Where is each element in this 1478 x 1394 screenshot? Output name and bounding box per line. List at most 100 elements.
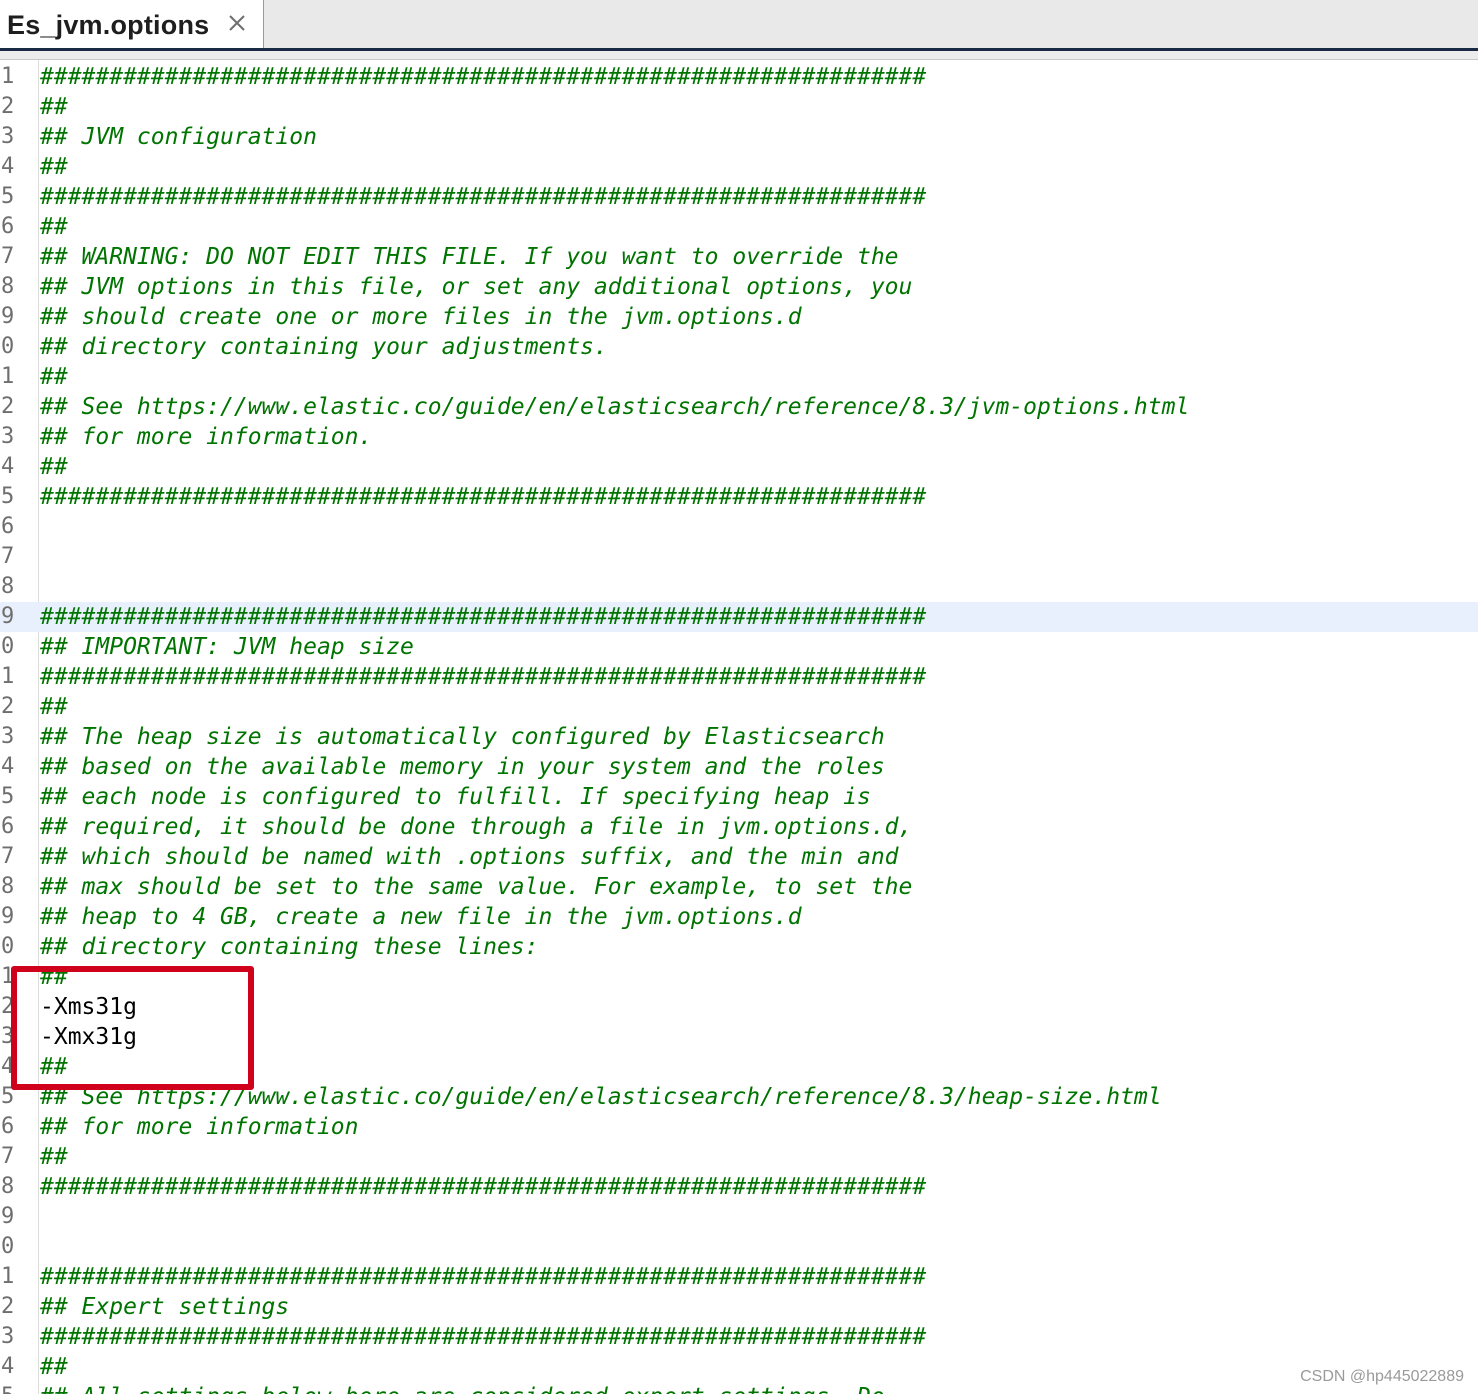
- watermark: CSDN @hp445022889: [1300, 1368, 1464, 1385]
- comment-text: ## JVM configuration: [40, 124, 317, 150]
- line-number: 5: [1, 784, 15, 809]
- code-line[interactable]: 6: [0, 512, 1478, 542]
- line-number: 9: [1, 604, 15, 629]
- comment-text: ##: [40, 154, 68, 180]
- code-line[interactable]: 5 ## All settings below here are consider…: [0, 1382, 1478, 1394]
- comment-text: ## WARNING: DO NOT EDIT THIS FILE. If yo…: [40, 244, 899, 270]
- code-line[interactable]: 2 ## Expert settings: [0, 1292, 1478, 1322]
- line-number: 1: [1, 364, 15, 389]
- comment-text: ## for more information: [40, 1114, 359, 1140]
- line-number: 3: [1, 124, 15, 149]
- line-number: 3: [1, 724, 15, 749]
- comment-text: ########################################…: [40, 1264, 927, 1290]
- code-line[interactable]: 8 ## max should be set to the same value.…: [0, 872, 1478, 902]
- line-number: 8: [1, 574, 15, 599]
- code-line[interactable]: 7 ## which should be named with .options …: [0, 842, 1478, 872]
- line-number: 7: [1, 1144, 15, 1169]
- line-number: 4: [1, 154, 15, 179]
- code-line[interactable]: 3 ## for more information.: [0, 422, 1478, 452]
- comment-text: ## for more information.: [40, 424, 373, 450]
- code-line[interactable]: 1 #######################################…: [0, 62, 1478, 92]
- code-line[interactable]: 7 ##: [0, 1142, 1478, 1172]
- code-line[interactable]: 9 ## should create one or more files in t…: [0, 302, 1478, 332]
- comment-text: ## IMPORTANT: JVM heap size: [40, 634, 414, 660]
- code-line[interactable]: 8 #######################################…: [0, 1172, 1478, 1202]
- code-line[interactable]: 5 #######################################…: [0, 482, 1478, 512]
- code-line[interactable]: 5 #######################################…: [0, 182, 1478, 212]
- line-number: 5: [1, 1382, 35, 1394]
- code-line[interactable]: 6 ## for more information: [0, 1112, 1478, 1142]
- comment-text: ## directory containing these lines:: [40, 934, 539, 960]
- code-line[interactable]: 8: [0, 572, 1478, 602]
- line-number: 4: [1, 754, 15, 779]
- code-line[interactable]: 3 ## JVM configuration: [0, 122, 1478, 152]
- line-number: 7: [1, 844, 15, 869]
- code-line[interactable]: 2 ## See https://www.elastic.co/guide/en/…: [0, 392, 1478, 422]
- code-editor[interactable]: 1 #######################################…: [0, 60, 1478, 1394]
- code-line[interactable]: 8 ## JVM options in this file, or set any…: [0, 272, 1478, 302]
- line-number: 7: [1, 244, 15, 269]
- tab-divider-light: [0, 51, 1478, 60]
- code-line[interactable]: 7: [0, 542, 1478, 572]
- line-number: 9: [1, 904, 15, 929]
- comment-text: ########################################…: [40, 1324, 927, 1350]
- close-icon[interactable]: [225, 11, 249, 35]
- line-number: 2: [1, 694, 15, 719]
- line-number: 8: [1, 1174, 15, 1199]
- code-line[interactable]: 0 ## directory containing these lines:: [0, 932, 1478, 962]
- code-line[interactable]: 1 #######################################…: [0, 662, 1478, 692]
- line-number: 1: [1, 1264, 15, 1289]
- code-line[interactable]: 3 #######################################…: [0, 1322, 1478, 1352]
- comment-text: ########################################…: [40, 184, 927, 210]
- comment-text: ########################################…: [40, 664, 927, 690]
- code-line[interactable]: 7 ## WARNING: DO NOT EDIT THIS FILE. If y…: [0, 242, 1478, 272]
- code-line[interactable]: 4 ##: [0, 452, 1478, 482]
- line-number: 3: [1, 1324, 15, 1349]
- code-line[interactable]: 2 ##: [0, 692, 1478, 722]
- line-number: 6: [1, 1114, 15, 1139]
- tab-es-jvm-options[interactable]: Es_jvm.options: [0, 0, 264, 50]
- comment-text: ## Expert settings: [40, 1294, 290, 1320]
- comment-text: ## should create one or more files in th…: [40, 304, 802, 330]
- line-number: 5: [1, 484, 15, 509]
- comment-text: ########################################…: [40, 604, 927, 630]
- code-line[interactable]: 0 ## directory containing your adjustment…: [0, 332, 1478, 362]
- line-number: 1: [1, 664, 15, 689]
- code-line[interactable]: 9 ## heap to 4 GB, create a new file in t…: [0, 902, 1478, 932]
- code-line[interactable]: 0: [0, 1232, 1478, 1262]
- line-number: 5: [1, 184, 15, 209]
- code-line[interactable]: 1 #######################################…: [0, 1262, 1478, 1292]
- line-number: 4: [1, 454, 15, 479]
- editor-window: Es_jvm.options 1 ########################…: [0, 0, 1478, 1394]
- code-line[interactable]: 6 ##: [0, 212, 1478, 242]
- line-number: 2: [1, 1294, 15, 1319]
- line-number: 0: [1, 1234, 15, 1259]
- line-number: 0: [1, 334, 15, 359]
- line-number: 8: [1, 874, 15, 899]
- comment-text: ##: [40, 364, 68, 390]
- code-line[interactable]: 6 ## required, it should be done through …: [0, 812, 1478, 842]
- code-line[interactable]: 4 ##: [0, 152, 1478, 182]
- comment-text: ## JVM options in this file, or set any …: [40, 274, 913, 300]
- code-line[interactable]: 9 #######################################…: [0, 602, 1478, 632]
- code-line[interactable]: 4 ##: [0, 1352, 1478, 1382]
- code-line[interactable]: 2 ##: [0, 92, 1478, 122]
- comment-text: ########################################…: [40, 1174, 927, 1200]
- line-number: 4: [1, 1354, 15, 1379]
- code-line[interactable]: 3 ## The heap size is automatically confi…: [0, 722, 1478, 752]
- line-number: 7: [1, 544, 15, 569]
- code-line[interactable]: 0 ## IMPORTANT: JVM heap size: [0, 632, 1478, 662]
- comment-text: ## heap to 4 GB, create a new file in th…: [40, 904, 802, 930]
- comment-text: ##: [40, 94, 68, 120]
- line-number: 9: [1, 304, 15, 329]
- line-number: 2: [1, 394, 15, 419]
- comment-text: ## each node is configured to fulfill. I…: [40, 784, 871, 810]
- code-line[interactable]: 9: [0, 1202, 1478, 1232]
- comment-text: ########################################…: [40, 484, 927, 510]
- code-line[interactable]: 1 ##: [0, 362, 1478, 392]
- code-line[interactable]: 4 ## based on the available memory in you…: [0, 752, 1478, 782]
- code-line[interactable]: 5 ## each node is configured to fulfill. …: [0, 782, 1478, 812]
- line-number: 3: [1, 424, 15, 449]
- line-number: 1: [1, 64, 15, 89]
- comment-text: ## directory containing your adjustments…: [40, 334, 608, 360]
